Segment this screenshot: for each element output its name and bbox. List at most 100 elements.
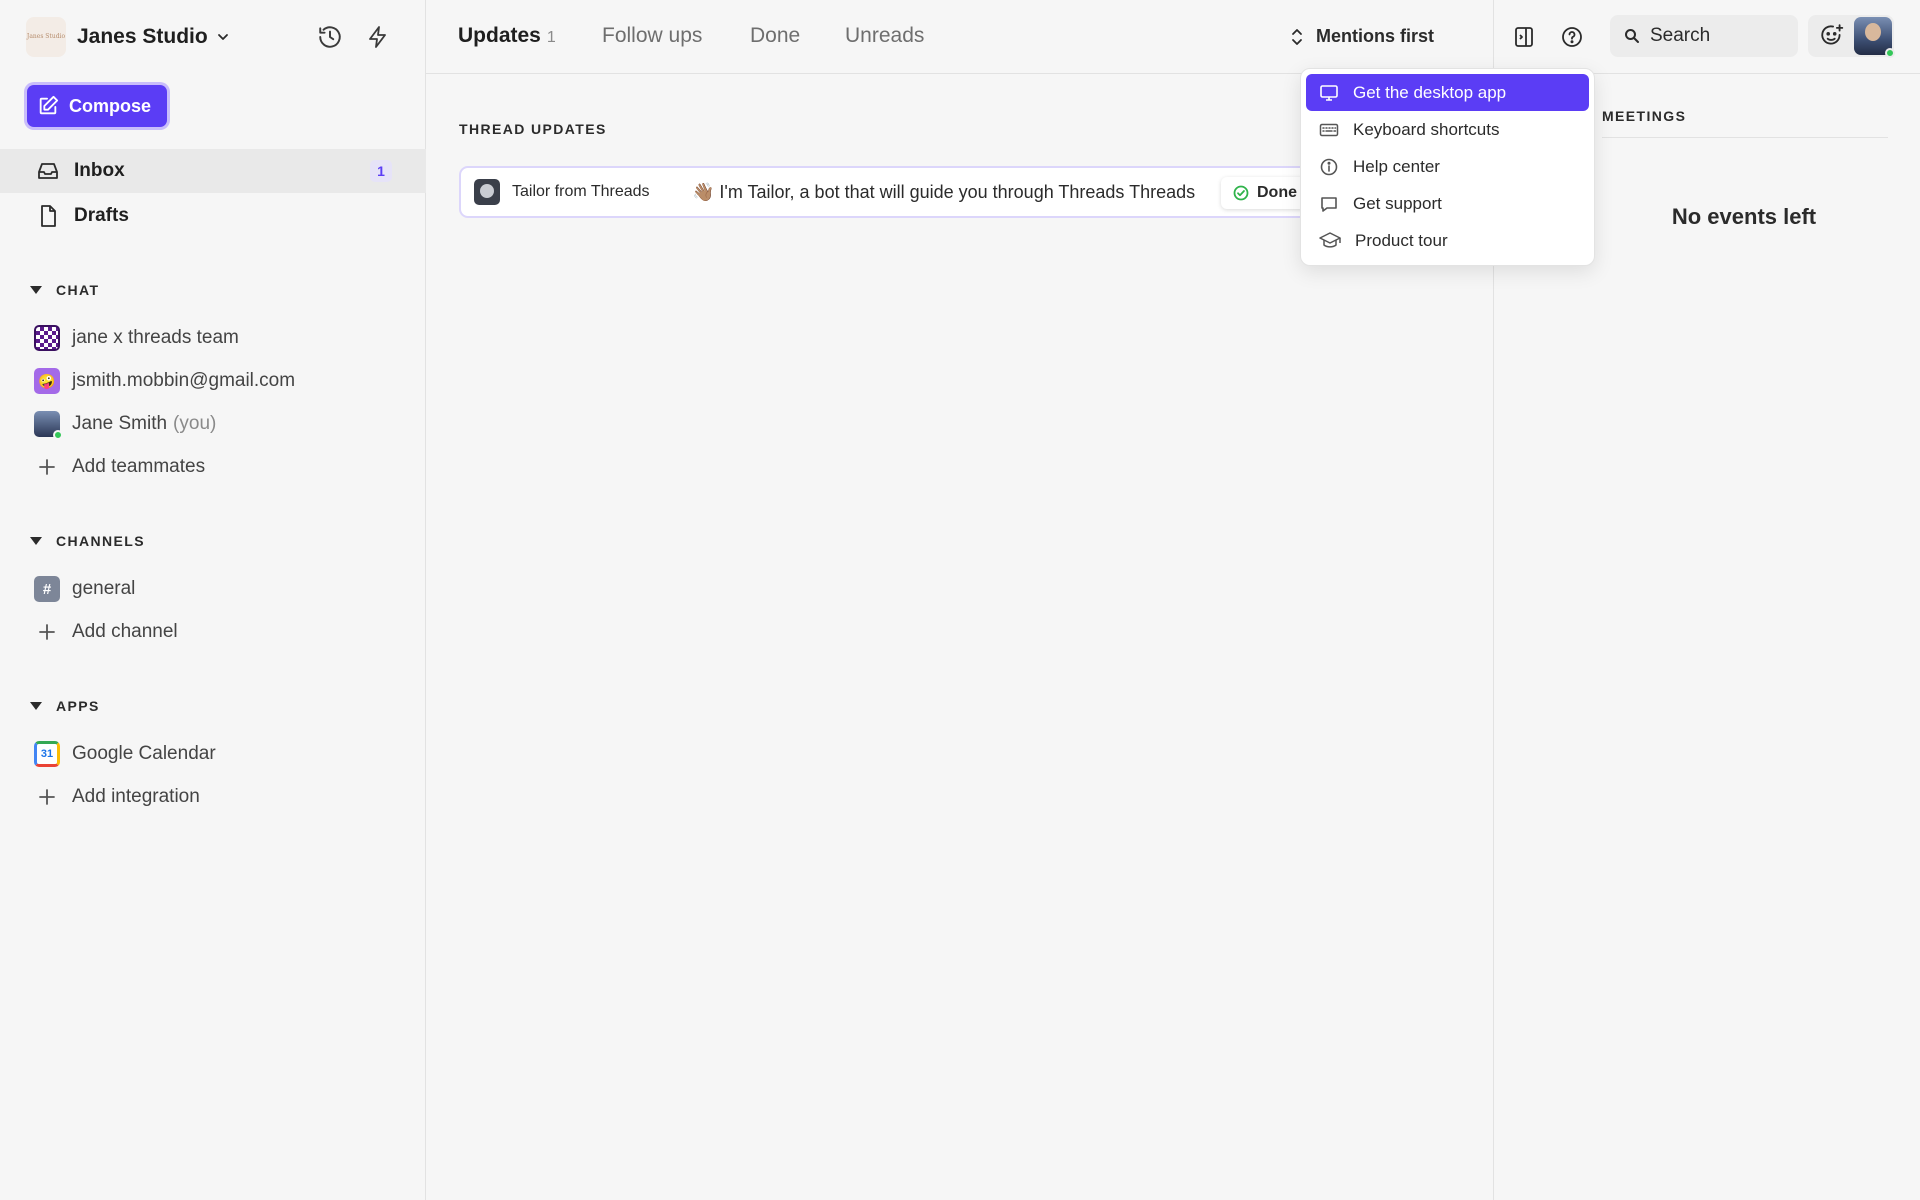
bot-avatar [474, 179, 500, 205]
sort-arrows-icon [1292, 28, 1302, 45]
emoji-avatar: 🤪 [34, 368, 60, 394]
workspace-logo: Janes Studio [26, 17, 66, 57]
tab-label: Unreads [845, 24, 925, 47]
menu-item-label: Keyboard shortcuts [1353, 119, 1500, 139]
check-circle-icon [1233, 185, 1249, 201]
menu-item-help-center[interactable]: Help center [1306, 148, 1589, 185]
sidebar: Janes Studio Janes Studio Compose Inbox … [0, 0, 426, 1200]
channels-section-toggle[interactable]: CHANNELS [30, 531, 145, 551]
team-avatar [34, 325, 60, 351]
chevron-down-icon [217, 34, 228, 40]
sidebar-item-inbox[interactable]: Inbox 1 [0, 149, 426, 193]
hash-icon: # [34, 576, 60, 602]
sort-label: Mentions first [1316, 26, 1435, 46]
plus-icon [34, 619, 60, 645]
user-avatar[interactable] [1854, 17, 1895, 58]
chat-section-toggle[interactable]: CHAT [30, 280, 99, 300]
chat-item-label: jane x threads team [72, 327, 239, 348]
menu-item-keyboard-shortcuts[interactable]: Keyboard shortcuts [1306, 111, 1589, 148]
document-icon [41, 205, 56, 227]
tab-label: Updates [458, 24, 541, 47]
thread-sender: Tailor from Threads [512, 183, 650, 200]
compose-button[interactable]: Compose [27, 85, 167, 127]
history-icon[interactable] [316, 23, 344, 51]
caret-down-icon [30, 286, 42, 294]
add-channel-button[interactable]: Add channel [34, 615, 178, 649]
chat-item-jsmith[interactable]: 🤪 jsmith.mobbin@gmail.com [34, 364, 295, 398]
user-menu[interactable] [1808, 15, 1895, 58]
tab-follow-ups[interactable]: Follow ups [602, 24, 702, 48]
avatar [34, 411, 63, 440]
monitor-icon [1320, 84, 1338, 101]
add-integration-button[interactable]: Add integration [34, 780, 200, 814]
tab-updates[interactable]: Updates 1 [458, 24, 556, 48]
done-label: Done [1257, 184, 1297, 201]
apps-section-title: APPS [56, 698, 100, 714]
graduation-cap-icon [1319, 231, 1341, 248]
sidebar-item-label: Drafts [74, 205, 129, 226]
panel-toggle-icon[interactable] [1510, 23, 1538, 51]
tab-label: Follow ups [602, 24, 703, 47]
right-toolbar: Search [1494, 0, 1920, 74]
calendar-icon-text: 31 [40, 748, 54, 760]
help-icon[interactable] [1558, 23, 1586, 51]
add-reaction-icon[interactable] [1818, 22, 1846, 50]
app-window: Janes Studio Janes Studio Compose Inbox … [0, 0, 1920, 1200]
tab-unreads[interactable]: Unreads [845, 24, 924, 48]
app-item-label: Google Calendar [72, 743, 216, 764]
app-item-google-calendar[interactable]: 31 Google Calendar [34, 737, 216, 771]
chat-section-title: CHAT [56, 282, 100, 298]
workspace-header[interactable]: Janes Studio Janes Studio [0, 0, 425, 74]
help-dropdown-menu: Get the desktop app Keyboard shortcuts H… [1300, 68, 1595, 266]
info-icon [1320, 158, 1338, 175]
online-status-dot [1885, 48, 1895, 58]
caret-down-icon [30, 537, 42, 545]
apps-section-toggle[interactable]: APPS [30, 696, 100, 716]
compose-label: Compose [69, 95, 152, 116]
workspace-name: Janes Studio [77, 25, 208, 48]
channel-item-general[interactable]: # general [34, 572, 135, 606]
menu-item-label: Get the desktop app [1353, 82, 1507, 102]
lightning-icon[interactable] [364, 23, 392, 51]
search-icon [1625, 29, 1639, 43]
menu-item-label: Help center [1353, 156, 1440, 176]
channel-item-label: general [72, 578, 136, 599]
meetings-title: MEETINGS [1602, 108, 1687, 124]
tab-done[interactable]: Done [750, 24, 800, 48]
add-teammates-button[interactable]: Add teammates [34, 450, 205, 484]
menu-item-product-tour[interactable]: Product tour [1306, 222, 1589, 259]
menu-item-get-support[interactable]: Get support [1306, 185, 1589, 222]
menu-item-label: Product tour [1355, 230, 1448, 250]
online-status-dot [53, 430, 63, 440]
chat-item-jane-smith[interactable]: Jane Smith (you) [34, 407, 216, 441]
compose-icon [39, 95, 59, 115]
you-suffix: (you) [173, 413, 217, 434]
chat-item-team[interactable]: jane x threads team [34, 321, 239, 355]
google-calendar-icon: 31 [34, 741, 60, 767]
menu-item-label: Get support [1353, 193, 1442, 213]
search-input[interactable]: Search [1610, 15, 1798, 57]
sidebar-item-label: Inbox [74, 160, 125, 181]
sidebar-item-drafts[interactable]: Drafts [0, 194, 426, 238]
divider [1602, 137, 1888, 138]
channels-section-title: CHANNELS [56, 533, 145, 549]
thread-updates-title: THREAD UPDATES [459, 121, 607, 137]
sort-dropdown[interactable]: Mentions first [1290, 26, 1434, 47]
plus-icon [34, 454, 60, 480]
inbox-count-badge: 1 [370, 160, 392, 182]
tab-count: 1 [546, 29, 556, 46]
tab-label: Done [750, 24, 801, 47]
caret-down-icon [30, 702, 42, 710]
add-teammates-label: Add teammates [72, 456, 206, 477]
add-channel-label: Add channel [72, 621, 178, 642]
chat-item-label: jsmith.mobbin@gmail.com [72, 370, 296, 391]
chat-bubble-icon [1321, 196, 1337, 212]
workspace-logo-text: Janes Studio [26, 32, 66, 40]
search-placeholder: Search [1650, 25, 1711, 46]
plus-icon [34, 784, 60, 810]
inbox-icon [38, 163, 58, 179]
thread-preview: 👋🏽 I'm Tailor, a bot that will guide you… [692, 181, 1196, 202]
menu-item-desktop-app[interactable]: Get the desktop app [1306, 74, 1589, 111]
keyboard-icon [1319, 123, 1339, 136]
tab-bar: Updates 1 Follow ups Done Unreads Mention… [426, 0, 1493, 74]
